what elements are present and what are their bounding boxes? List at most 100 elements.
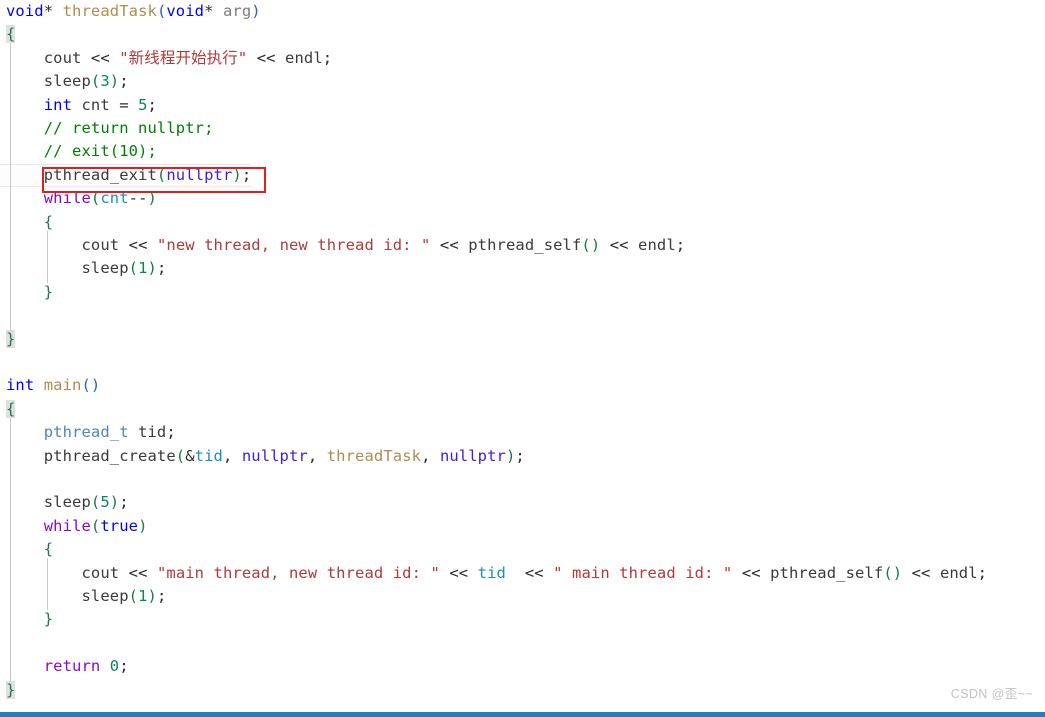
token-brace-open: { xyxy=(6,25,16,44)
code-line[interactable]: return 0; xyxy=(0,655,129,678)
token-nullptr: nullptr xyxy=(439,446,506,465)
token-number: 0 xyxy=(109,657,120,676)
token-operator: -- xyxy=(128,189,148,208)
token-function-call: sleep xyxy=(43,493,91,512)
token-operator: << xyxy=(439,236,459,254)
code-line[interactable]: { xyxy=(0,398,16,421)
code-line[interactable]: int cnt = 5; xyxy=(0,94,157,117)
token-stream: cout xyxy=(81,563,120,582)
code-line[interactable]: sleep(5); xyxy=(0,491,129,514)
token-operator: << xyxy=(609,236,629,254)
token-paren: ( xyxy=(90,189,101,208)
token-variable: tid xyxy=(138,423,167,442)
token-semicolon: ; xyxy=(156,587,167,605)
token-semicolon: ; xyxy=(119,657,129,676)
token-paren: ( xyxy=(175,446,186,465)
token-brace-close: } xyxy=(43,610,54,629)
token-paren: ) xyxy=(147,189,157,208)
code-line[interactable]: // exit(10); xyxy=(0,140,157,163)
code-line-blank[interactable] xyxy=(0,468,15,491)
code-line[interactable]: cout << "main thread, new thread id: " <… xyxy=(0,562,987,585)
indent-guide xyxy=(47,231,48,283)
token-string: "new thread, new thread id: " xyxy=(156,236,431,254)
token-paren: () xyxy=(581,236,601,254)
token-variable: cnt xyxy=(100,189,129,208)
token-paren: ( xyxy=(90,493,101,512)
code-line-blank[interactable] xyxy=(0,304,15,327)
token-stream: cout xyxy=(81,236,120,254)
token-brace-close: } xyxy=(43,282,54,301)
token-keyword: int xyxy=(43,95,73,114)
token-control-keyword: while xyxy=(43,189,91,208)
token-semicolon: ; xyxy=(166,423,176,442)
token-variable: tid xyxy=(194,446,223,465)
token-paren: ( xyxy=(156,2,167,20)
code-line[interactable]: pthread_create(&tid, nullptr, threadTask… xyxy=(0,445,525,468)
code-line[interactable]: // return nullptr; xyxy=(0,117,214,140)
token-brace-close: } xyxy=(6,680,16,699)
token-endl: endl xyxy=(939,563,978,582)
code-editor[interactable]: void* threadTask(void* arg) { cout << "新… xyxy=(0,0,1045,712)
token-number: 5 xyxy=(100,493,110,512)
token-operator: & xyxy=(185,446,195,465)
token-keyword: int xyxy=(6,376,35,395)
token-paren: ( xyxy=(90,516,101,535)
token-stream: cout xyxy=(43,48,82,67)
token-type: pthread_t xyxy=(43,423,129,442)
token-endl: endl xyxy=(638,236,676,254)
code-line[interactable]: } xyxy=(0,328,16,351)
token-paren: ( xyxy=(128,259,139,278)
token-semicolon: ; xyxy=(241,165,252,184)
token-function-call: sleep xyxy=(43,72,91,91)
token-semicolon: ; xyxy=(515,446,525,465)
indent-guide xyxy=(10,43,11,333)
code-line[interactable]: { xyxy=(0,538,53,561)
code-line[interactable]: int main() xyxy=(0,374,100,397)
indent-guide xyxy=(47,558,48,610)
code-line[interactable]: sleep(1); xyxy=(0,257,166,280)
code-line[interactable]: cout << "新线程开始执行" << endl; xyxy=(0,47,332,70)
token-control-keyword: return xyxy=(43,657,101,676)
token-keyword: void xyxy=(6,2,44,20)
token-comment: // return nullptr; xyxy=(43,119,214,137)
token-function-call: sleep xyxy=(81,259,129,278)
token-operator: << xyxy=(449,563,469,582)
token-string: "main thread, new thread id: " xyxy=(156,563,440,582)
token-paren: ) xyxy=(505,446,516,465)
code-line[interactable]: cout << "new thread, new thread id: " <<… xyxy=(0,234,685,257)
code-line[interactable]: while(true) xyxy=(0,515,148,538)
token-string: " main thread id: " xyxy=(553,563,733,582)
code-line[interactable]: sleep(3); xyxy=(0,70,129,93)
token-variable: cnt xyxy=(81,95,110,114)
code-line[interactable]: } xyxy=(0,281,53,304)
token-paren: ) xyxy=(147,259,157,278)
token-brace-open: { xyxy=(6,399,16,418)
token-endl: endl xyxy=(285,48,323,67)
token-control-keyword: while xyxy=(43,516,91,535)
csdn-watermark: CSDN @歪~~ xyxy=(950,687,1033,701)
token-paren: ) xyxy=(109,72,120,91)
code-line[interactable]: while(cnt--) xyxy=(0,187,157,210)
code-line[interactable]: } xyxy=(0,608,53,631)
code-line[interactable]: } xyxy=(0,679,16,702)
token-paren: ( xyxy=(128,587,139,605)
code-line[interactable]: { xyxy=(0,211,53,234)
token-function: threadTask xyxy=(326,446,422,465)
token-paren: ) xyxy=(232,165,242,184)
token-paren: ( xyxy=(156,165,167,184)
token-brace-open: { xyxy=(43,540,54,559)
token-operator: = xyxy=(119,95,129,114)
token-nullptr: nullptr xyxy=(241,446,308,465)
code-line-blank[interactable] xyxy=(0,351,15,374)
token-function: threadTask xyxy=(62,2,157,20)
token-paren: ) xyxy=(138,516,148,535)
code-line-current[interactable]: pthread_exit(nullptr); xyxy=(0,163,252,188)
token-operator: << xyxy=(128,563,148,582)
token-comma: , xyxy=(421,446,431,465)
code-line-blank[interactable] xyxy=(0,632,15,655)
code-line[interactable]: { xyxy=(0,23,16,46)
token-operator: << xyxy=(741,563,761,582)
code-line[interactable]: sleep(1); xyxy=(0,585,166,608)
code-line[interactable]: void* threadTask(void* arg) xyxy=(0,0,261,23)
code-line[interactable]: pthread_t tid; xyxy=(0,421,176,444)
